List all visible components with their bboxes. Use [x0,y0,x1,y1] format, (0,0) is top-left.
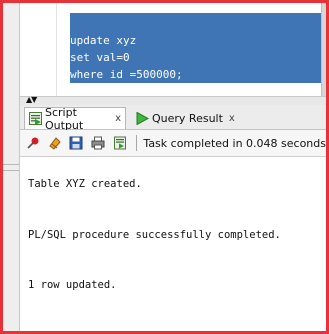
toolbar-divider [136,135,138,151]
splitter-arrows-icon[interactable]: ▲▼ [26,96,37,104]
save-icon[interactable] [67,134,85,152]
query-result-icon [136,111,150,125]
tab-query-result[interactable]: Query Result x [132,107,242,129]
output-line: PL/SQL procedure successfully completed. [28,229,281,241]
script-output-icon [29,112,42,125]
close-icon[interactable]: x [115,113,121,124]
tab-script-output-label: Script Output [45,105,84,132]
eraser-icon[interactable] [46,134,64,152]
script-output-area[interactable]: Table XYZ created. PL/SQL procedure succ… [20,157,326,331]
editor-scrollbar[interactable] [321,3,326,96]
editor-line-number-margin [56,3,57,96]
gutter-marker [3,164,19,171]
output-line: Table XYZ created. [28,178,142,190]
pin-icon[interactable] [24,134,42,152]
output-tab-bar: Script Output x Query Result x [20,105,326,132]
code-line-1[interactable]: update xyz [70,33,136,48]
left-gutter [3,3,20,331]
output-line: 1 row updated. [28,279,117,291]
tab-script-output[interactable]: Script Output x [24,105,126,132]
print-icon[interactable] [89,134,107,152]
code-line-3[interactable]: where id =500000; [70,67,183,82]
task-status-text: Task completed in 0.048 seconds [143,136,326,150]
open-file-icon[interactable] [111,134,129,152]
output-toolbar: Task completed in 0.048 seconds [20,130,326,157]
close-icon[interactable]: x [229,113,235,124]
code-line-2[interactable]: set val=0 [70,50,130,65]
sql-editor[interactable]: update xyz set val=0 where id =500000; [20,3,326,96]
tab-query-result-label: Query Result [152,111,223,125]
